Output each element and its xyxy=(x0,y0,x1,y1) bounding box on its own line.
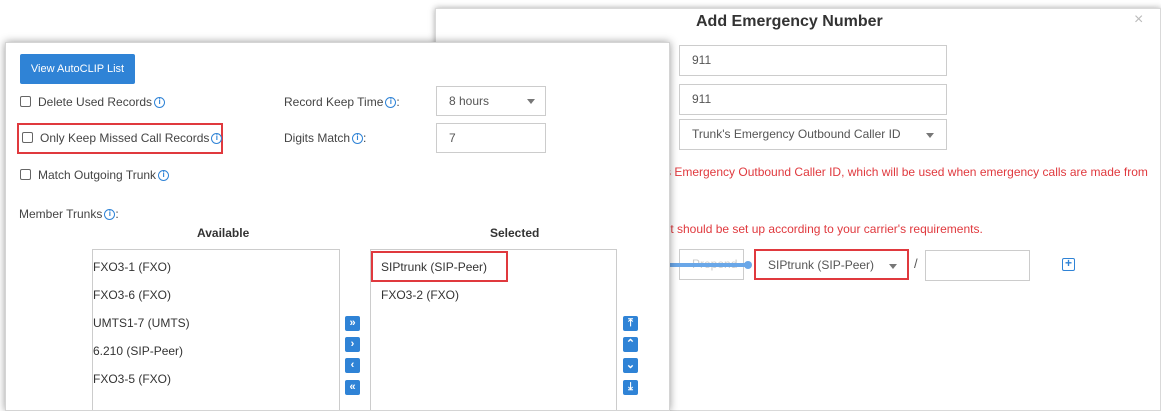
move-all-left-button[interactable]: « xyxy=(345,380,360,395)
autoclip-settings-panel: View AutoCLIP List Delete Used Records i … xyxy=(5,42,670,411)
only-keep-missed-text: Only Keep Missed Call Records xyxy=(40,131,210,145)
move-right-button[interactable]: › xyxy=(345,337,360,352)
list-item[interactable]: 6.210 (SIP-Peer) xyxy=(93,344,183,358)
info-icon[interactable]: i xyxy=(104,209,116,220)
digits-match-field[interactable]: 7 xyxy=(436,123,546,153)
dialog-title: Add Emergency Number xyxy=(696,13,883,30)
member-trunks-label: Member Trunks i: xyxy=(19,207,119,221)
caller-id-note: s Emergency Outbound Caller ID, which wi… xyxy=(665,165,1148,179)
record-keep-time-text: Record Keep Time xyxy=(284,95,384,109)
chevron-down-icon xyxy=(889,264,897,269)
label-colon: : xyxy=(396,95,400,109)
emergency-number-field[interactable]: 911 xyxy=(679,45,947,76)
move-up-button[interactable]: ⌃ xyxy=(623,337,638,352)
list-item[interactable]: FXO3-6 (FXO) xyxy=(93,288,171,302)
move-bottom-button[interactable]: ⤓ xyxy=(623,380,638,395)
label-colon: : xyxy=(363,131,367,145)
only-keep-missed-checkbox[interactable] xyxy=(22,132,33,143)
delete-used-records-label: Delete Used Records i xyxy=(38,95,166,109)
chevron-down-icon xyxy=(926,133,934,138)
match-outgoing-trunk-label: Match Outgoing Trunk i xyxy=(38,168,170,182)
caller-id-select[interactable]: Trunk's Emergency Outbound Caller ID xyxy=(679,119,947,150)
info-icon[interactable]: i xyxy=(154,97,166,108)
chevron-down-icon xyxy=(527,99,535,104)
match-outgoing-trunk-text: Match Outgoing Trunk xyxy=(38,168,157,182)
record-keep-time-select[interactable]: 8 hours xyxy=(436,86,546,116)
separator: / xyxy=(914,256,918,271)
list-item[interactable]: FXO3-1 (FXO) xyxy=(93,260,171,274)
list-item[interactable]: SIPtrunk (SIP-Peer) xyxy=(381,260,487,274)
digits-match-label: Digits Match i: xyxy=(284,131,366,145)
info-icon[interactable]: i xyxy=(158,170,170,181)
info-icon[interactable]: i xyxy=(211,133,223,144)
list-item[interactable]: FXO3-5 (FXO) xyxy=(93,372,171,386)
emergency-number-confirm-field[interactable]: 911 xyxy=(679,84,947,115)
add-icon[interactable]: + xyxy=(1062,257,1075,271)
digits-match-text: Digits Match xyxy=(284,131,351,145)
move-down-button[interactable]: ⌄ xyxy=(623,358,638,373)
trunk-select-value: SIPtrunk (SIP-Peer) xyxy=(768,258,875,272)
trunk-select[interactable]: SIPtrunk (SIP-Peer) xyxy=(754,249,909,280)
delete-used-records-checkbox[interactable] xyxy=(20,96,31,107)
list-item[interactable]: FXO3-2 (FXO) xyxy=(381,288,459,302)
carrier-note: It should be set up according to your ca… xyxy=(667,222,983,236)
view-autoclip-button[interactable]: View AutoCLIP List xyxy=(20,54,135,84)
available-header: Available xyxy=(197,226,250,240)
delete-used-records-text: Delete Used Records xyxy=(38,95,153,109)
info-icon[interactable]: i xyxy=(352,133,364,144)
label-colon: : xyxy=(115,207,119,221)
only-keep-missed-label: Only Keep Missed Call Records i xyxy=(40,131,223,145)
dial-pattern-field[interactable] xyxy=(925,250,1030,281)
list-item[interactable]: UMTS1-7 (UMTS) xyxy=(93,316,190,330)
move-all-right-button[interactable]: » xyxy=(345,316,360,331)
move-top-button[interactable]: ⤒ xyxy=(623,316,638,331)
selected-list[interactable]: SIPtrunk (SIP-Peer) FXO3-2 (FXO) xyxy=(370,249,617,410)
selected-header: Selected xyxy=(490,226,540,240)
info-icon[interactable]: i xyxy=(385,97,397,108)
record-keep-time-label: Record Keep Time i: xyxy=(284,95,400,109)
caller-id-select-value: Trunk's Emergency Outbound Caller ID xyxy=(692,127,901,141)
close-icon[interactable]: × xyxy=(1134,11,1143,29)
record-keep-time-value: 8 hours xyxy=(449,94,490,108)
move-left-button[interactable]: ‹ xyxy=(345,358,360,373)
available-list[interactable]: FXO3-1 (FXO) FXO3-6 (FXO) UMTS1-7 (UMTS)… xyxy=(92,249,340,410)
match-outgoing-trunk-checkbox[interactable] xyxy=(20,169,31,180)
member-trunks-text: Member Trunks xyxy=(19,207,103,221)
